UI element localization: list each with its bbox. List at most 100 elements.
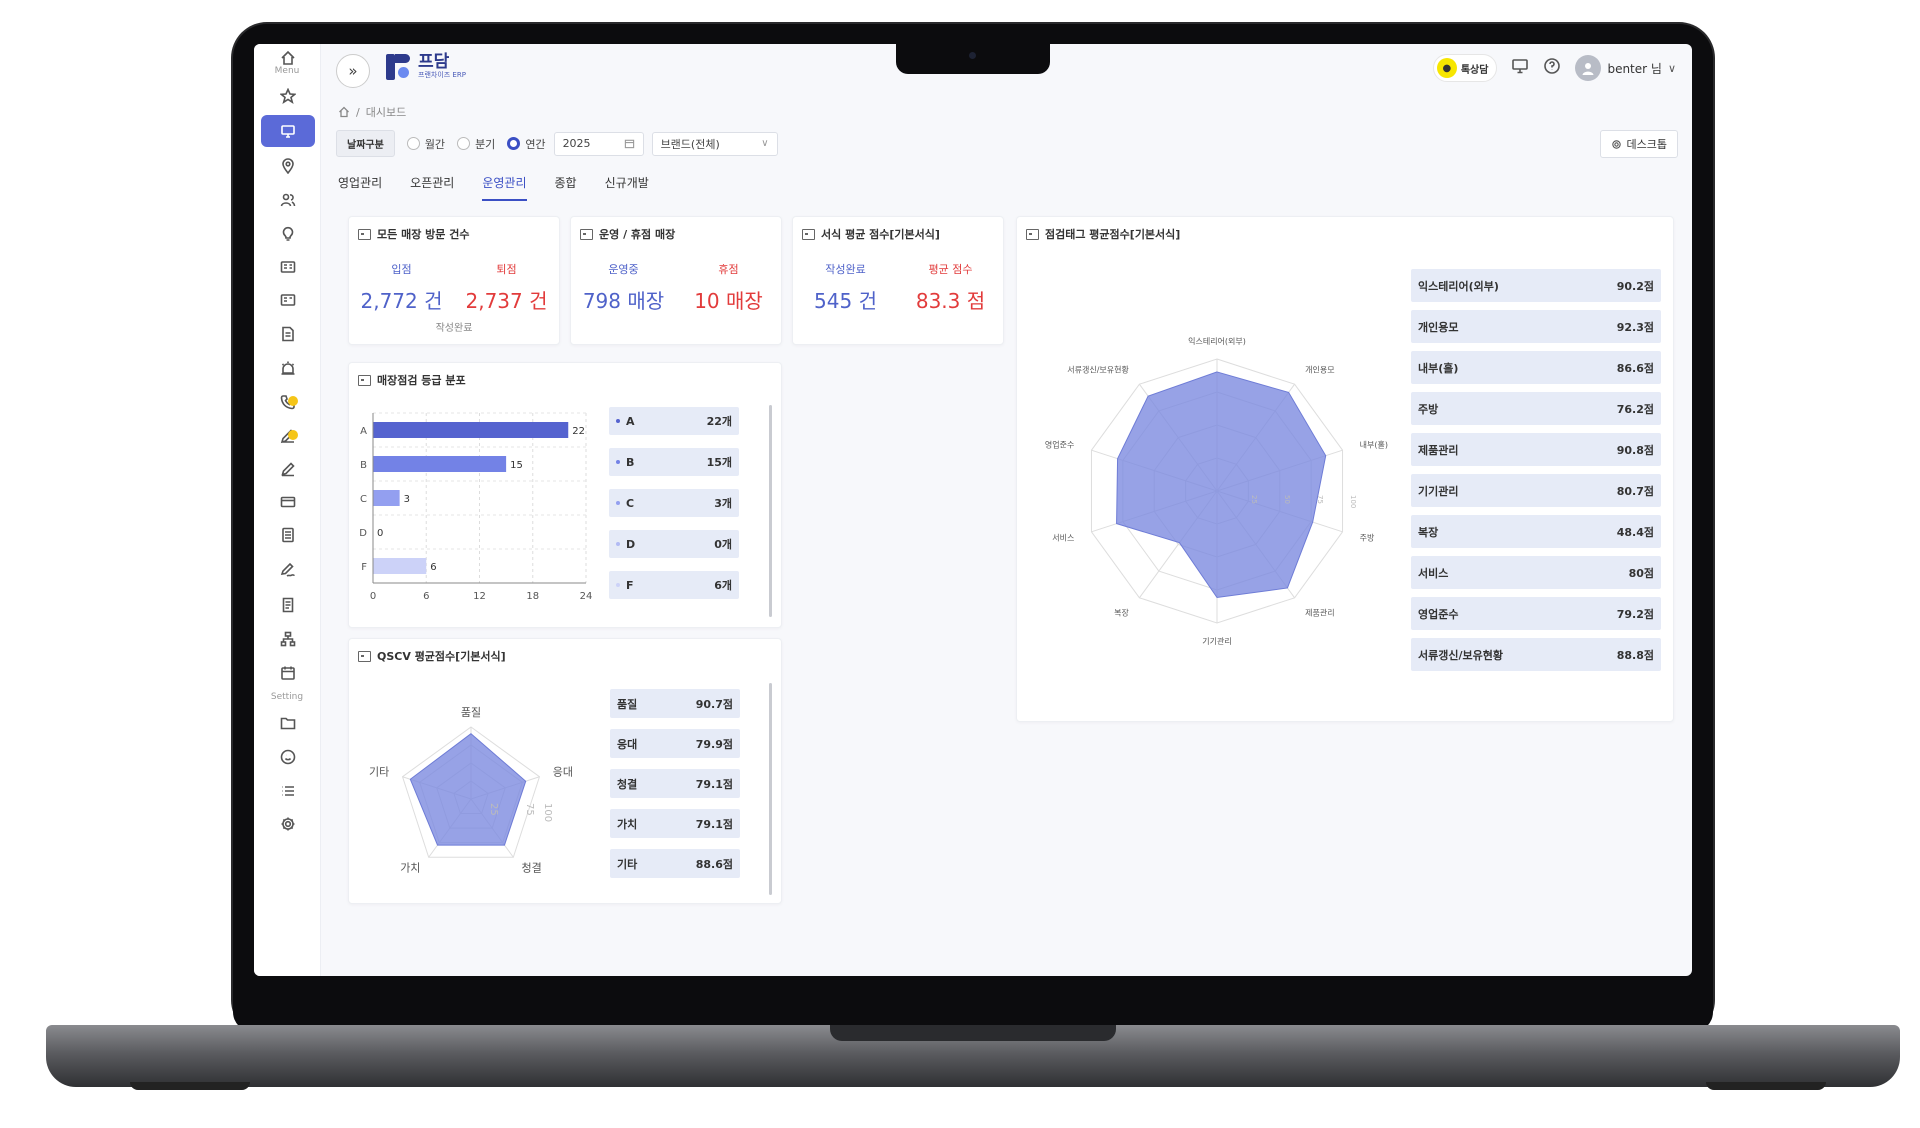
radio-circle <box>457 137 471 150</box>
grade-legend: A 22개 B 15개 C 3개 D 0개 F 6개 <box>609 407 741 611</box>
radar-axis-label: 제품관리 <box>1305 607 1334 617</box>
sidebar-item-folder[interactable] <box>261 707 315 739</box>
double-chevron-right-icon: » <box>348 62 358 80</box>
home-icon <box>281 50 295 65</box>
user-menu[interactable]: benter 님 ∨ <box>1575 55 1676 81</box>
data-label: 0 <box>377 528 383 539</box>
legend-item[interactable]: A 22개 <box>609 407 739 435</box>
legend-bullet <box>616 419 620 423</box>
score-value: 92.3점 <box>1616 320 1654 334</box>
sidebar-item-id-card-2[interactable] <box>261 284 315 316</box>
brand-value: 브랜드(전체) <box>660 137 720 151</box>
sidebar-item-payments[interactable] <box>261 486 315 518</box>
sidebar-item-sign[interactable] <box>261 554 315 586</box>
sidebar-item-documents[interactable] <box>261 318 315 350</box>
radio-monthly[interactable]: 월간 <box>406 136 445 152</box>
metric-in: 입점 2,772 건 <box>349 261 454 314</box>
score-label: 품질 <box>617 697 638 711</box>
bar-C <box>373 490 400 506</box>
tab-summary[interactable]: 종합 <box>555 174 577 201</box>
legend-label: F <box>616 579 634 592</box>
score-list-item[interactable]: 품질 90.7점 <box>610 689 740 718</box>
score-list-item[interactable]: 영업준수 79.2점 <box>1411 597 1661 630</box>
home-icon[interactable] <box>338 106 350 118</box>
operation-store-card: 운영 / 휴점 매장 운영중 798 매장 휴점 10 매장 <box>570 216 782 345</box>
app-logo[interactable]: 프담 프랜차이즈 ERP <box>384 52 466 82</box>
sidebar-item-ideas[interactable] <box>261 218 315 250</box>
score-list-item[interactable]: 익스테리어(외부) 90.2점 <box>1411 269 1661 302</box>
tab-operation[interactable]: 운영관리 <box>482 174 527 201</box>
score-label: 기타 <box>617 857 638 871</box>
app-screen: Menu Setting » 프담 프랜차이즈 ERP ● 톡상담 benter… <box>254 44 1692 976</box>
score-value: 90.8점 <box>1616 443 1654 457</box>
tab-sales[interactable]: 영업관리 <box>338 174 382 201</box>
sidebar-item-calendar[interactable] <box>261 657 315 689</box>
brand-select[interactable]: 브랜드(전체) ∨ <box>651 131 778 156</box>
data-label: 3 <box>404 494 410 505</box>
tab-open[interactable]: 오픈관리 <box>410 174 454 201</box>
score-list-item[interactable]: 제품관리 90.8점 <box>1411 433 1661 466</box>
sidebar-item-organization[interactable] <box>261 623 315 655</box>
scrollbar[interactable] <box>769 683 772 895</box>
sidebar-item-users[interactable] <box>261 184 315 216</box>
data-label: 22 <box>572 426 585 437</box>
sidebar-item-dashboard[interactable] <box>261 115 315 147</box>
tab-new-development[interactable]: 신규개발 <box>605 174 649 201</box>
sidebar-item-receipts[interactable] <box>261 589 315 621</box>
monitor-button[interactable] <box>1511 57 1529 79</box>
score-list-item[interactable]: 가치 79.1점 <box>610 809 740 838</box>
legend-item[interactable]: B 15개 <box>609 448 739 476</box>
sidebar-item-edit[interactable] <box>261 453 315 485</box>
logo-mark-icon <box>384 52 412 82</box>
sidebar-item-alarm[interactable] <box>261 352 315 384</box>
sidebar-item-list[interactable] <box>261 775 315 807</box>
grade-bar-chart: 0 6 12 18 24A 22B 15C 3D 0F 6 <box>359 412 592 602</box>
score-list-item[interactable]: 복장 48.4점 <box>1411 515 1661 548</box>
radar-axis-label: 청결 <box>522 862 542 875</box>
metric-open: 운영중 798 매장 <box>571 261 676 314</box>
form-average-card: 서식 평균 점수[기본서식] 작성완료 545 건 평균 점수 83.3 점 <box>792 216 1004 345</box>
id-card-icon <box>280 294 296 306</box>
sidebar-item-id-card-1[interactable] <box>261 251 315 283</box>
score-list-item[interactable]: 서류갱신/보유현황 88.8점 <box>1411 638 1661 671</box>
score-list-item[interactable]: 서비스 80점 <box>1411 556 1661 589</box>
legend-item[interactable]: F 6개 <box>609 571 739 599</box>
score-value: 79.2점 <box>1616 607 1654 621</box>
radar-axis-label: 서비스 <box>1052 533 1074 542</box>
legend-value: 22개 <box>706 415 732 428</box>
legend-item[interactable]: C 3개 <box>609 489 739 517</box>
sidebar-item-location[interactable] <box>261 150 315 182</box>
desktop-button[interactable]: 데스크톱 <box>1599 130 1678 158</box>
score-label: 서류갱신/보유현황 <box>1418 648 1503 662</box>
metric-label: 퇴점 <box>496 263 517 276</box>
radio-yearly[interactable]: 연간 <box>507 136 546 152</box>
legend-item[interactable]: D 0개 <box>609 530 739 558</box>
sidebar-item-feedback[interactable] <box>261 741 315 773</box>
sidebar-item-settings[interactable] <box>261 808 315 840</box>
score-list-item[interactable]: 기타 88.6점 <box>610 849 740 878</box>
radar-axis-label: 품질 <box>461 706 481 719</box>
score-list-item[interactable]: 기기관리 80.7점 <box>1411 474 1661 507</box>
score-list-item[interactable]: 개인용모 92.3점 <box>1411 310 1661 343</box>
sidebar-item-favorites[interactable] <box>261 80 315 112</box>
score-value: 80.7점 <box>1616 484 1654 498</box>
score-label: 서비스 <box>1418 566 1449 580</box>
camera-icon <box>969 52 976 59</box>
card-title-row: 운영 / 휴점 매장 <box>580 226 675 242</box>
scrollbar[interactable] <box>769 405 772 617</box>
score-list-item[interactable]: 주방 76.2점 <box>1411 392 1661 425</box>
metric-label: 입점 <box>391 263 412 276</box>
kakao-chat-label: 톡상담 <box>1460 64 1489 76</box>
sidebar-expand-button[interactable]: » <box>336 54 370 88</box>
score-list-item[interactable]: 청결 79.1점 <box>610 769 740 798</box>
card-title-row: 서식 평균 점수[기본서식] <box>802 226 940 242</box>
kakao-chat-button[interactable]: ● 톡상담 <box>1432 54 1498 82</box>
score-value: 79.1점 <box>695 777 733 791</box>
score-list-item[interactable]: 내부(홀) 86.6점 <box>1411 351 1661 384</box>
radio-label: 분기 <box>475 137 496 151</box>
radio-quarterly[interactable]: 분기 <box>457 136 495 152</box>
year-picker[interactable]: 2025 <box>553 131 644 156</box>
score-list-item[interactable]: 응대 79.9점 <box>610 729 740 758</box>
help-button[interactable] <box>1543 57 1561 79</box>
sidebar-item-list-doc[interactable] <box>261 519 315 551</box>
